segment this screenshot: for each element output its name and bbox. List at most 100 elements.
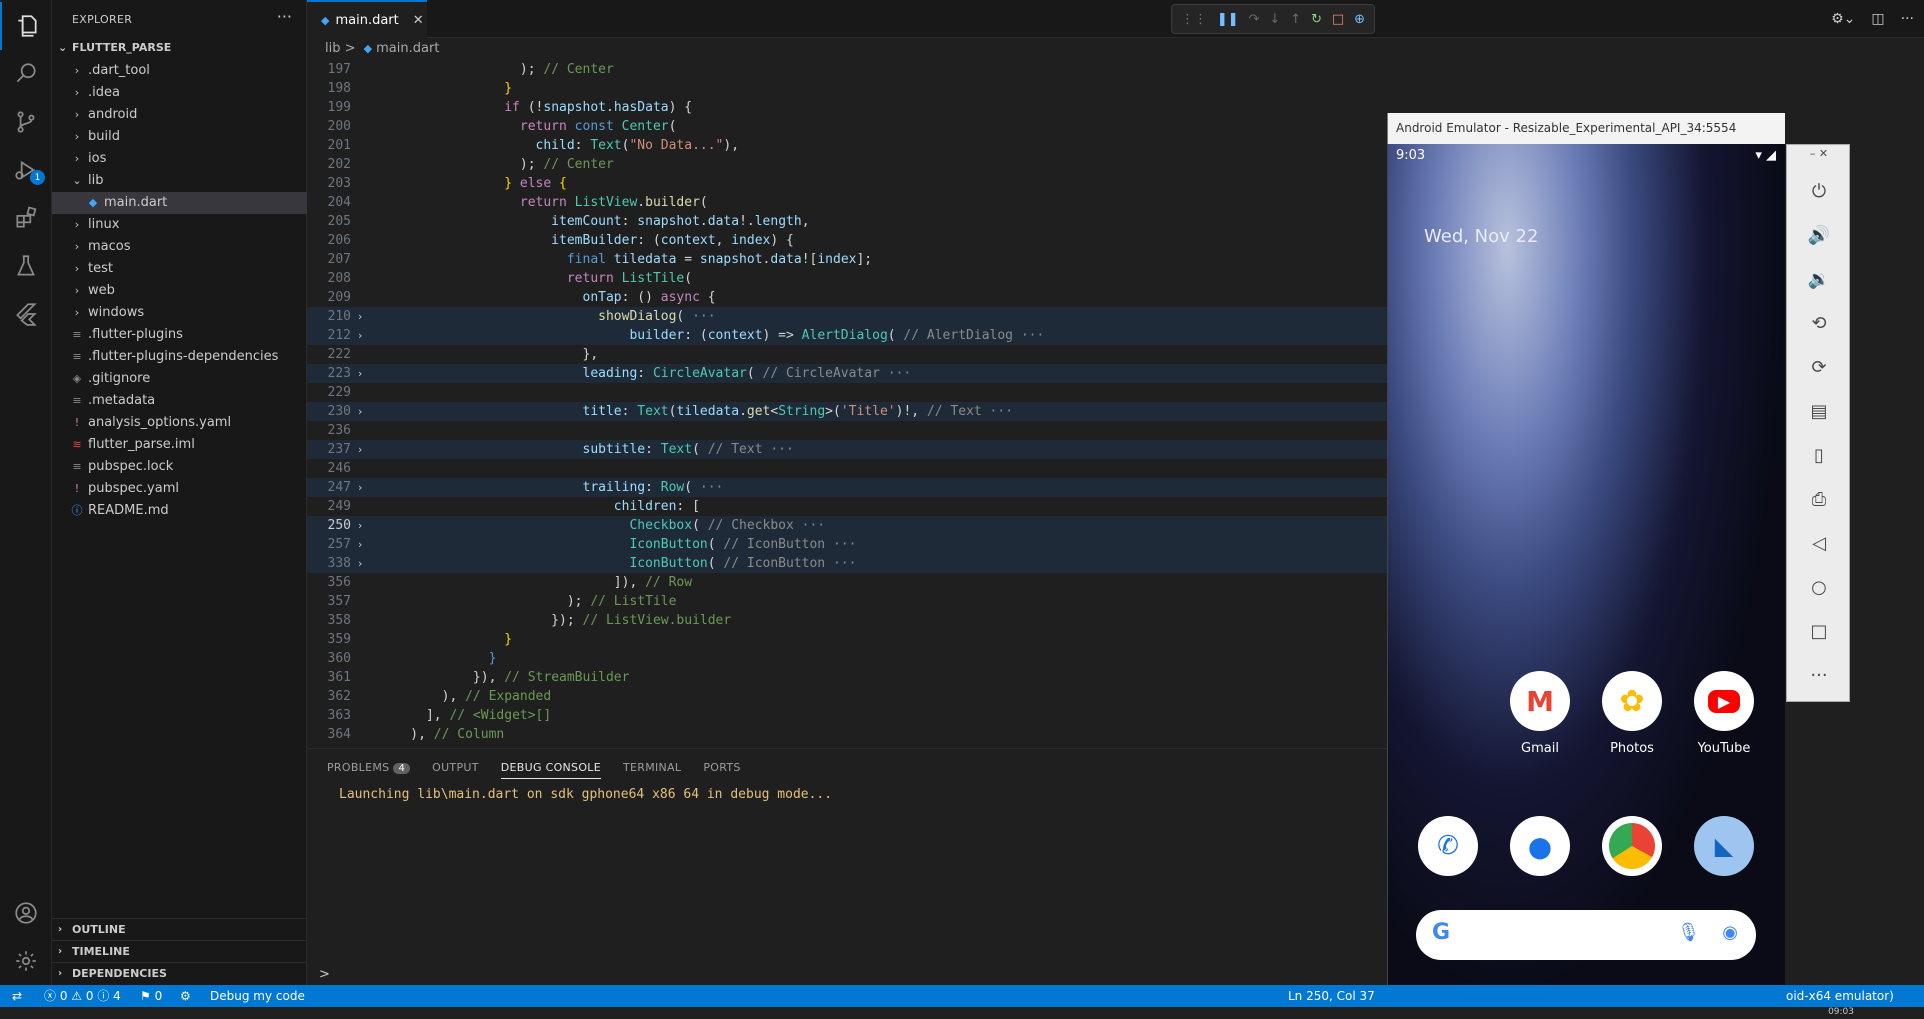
ports-indicator[interactable]: ⚑ 0: [140, 985, 162, 1007]
run-debug-icon[interactable]: 1: [0, 146, 52, 194]
problems-indicator[interactable]: ⓧ 0 ⚠ 0 ⓘ 4: [44, 985, 121, 1007]
tree-item[interactable]: ≡ .metadata: [52, 390, 307, 412]
settings-gear-icon[interactable]: [0, 937, 52, 985]
debug-config-label[interactable]: Debug my code: [210, 985, 305, 1007]
tree-item[interactable]: ! analysis_options.yaml: [52, 412, 307, 434]
pause-icon[interactable]: ❚❚: [1217, 12, 1239, 27]
microphone-icon[interactable]: 🎙: [1677, 922, 1700, 943]
more-actions-icon[interactable]: ···: [277, 7, 292, 26]
tree-item[interactable]: › web: [52, 280, 307, 302]
tree-item[interactable]: ⓘ README.md: [52, 500, 307, 522]
drag-handle-icon[interactable]: ⋮⋮: [1181, 12, 1207, 27]
tree-item[interactable]: › build: [52, 126, 307, 148]
code-editor[interactable]: 197 ); // Center 198 } 199 if (!snapshot…: [307, 60, 1387, 748]
volume-up-icon[interactable]: 🔊: [1787, 225, 1851, 246]
section-outline[interactable]: › OUTLINE: [52, 918, 307, 940]
extensions-icon[interactable]: [0, 194, 52, 242]
photos-icon[interactable]: ✿: [1602, 671, 1662, 731]
step-over-icon[interactable]: ↷: [1249, 12, 1260, 27]
tree-item[interactable]: ◈ .gitignore: [52, 368, 307, 390]
rotate-right-icon[interactable]: ⟳: [1787, 357, 1851, 378]
messages-app-icon[interactable]: ●: [1510, 816, 1570, 876]
tree-item[interactable]: › linux: [52, 214, 307, 236]
inspect-icon[interactable]: ⊕: [1354, 12, 1365, 27]
debug-console-prompt[interactable]: >: [319, 967, 330, 982]
section-dependencies[interactable]: › DEPENDENCIES: [52, 962, 307, 984]
tree-item[interactable]: ≡ .flutter-plugins-dependencies: [52, 346, 307, 368]
fold-chevron-icon[interactable]: ›: [358, 535, 362, 554]
more-actions-icon[interactable]: ···: [1901, 11, 1914, 27]
step-into-icon[interactable]: ↓: [1269, 12, 1280, 27]
fold-chevron-icon[interactable]: ›: [358, 364, 362, 383]
tree-item[interactable]: › android: [52, 104, 307, 126]
more-icon[interactable]: ···: [1787, 665, 1851, 686]
phone-app-icon[interactable]: ✆: [1418, 816, 1478, 876]
testing-icon[interactable]: [0, 242, 52, 290]
volume-down-icon[interactable]: 🔉: [1787, 269, 1851, 290]
tab-output[interactable]: OUTPUT: [432, 761, 479, 779]
cursor-position[interactable]: Ln 250, Col 37: [1288, 985, 1375, 1007]
device-icon[interactable]: ▯: [1787, 445, 1851, 466]
close-tab-icon[interactable]: ✕: [413, 13, 424, 28]
youtube-icon[interactable]: ▶: [1694, 671, 1754, 731]
breadcrumb-folder[interactable]: lib: [325, 41, 340, 56]
tree-item[interactable]: › .idea: [52, 82, 307, 104]
split-editor-icon[interactable]: ◫: [1871, 11, 1884, 27]
flutter-icon[interactable]: [0, 290, 52, 338]
device-selector[interactable]: oid-x64 emulator): [1786, 985, 1894, 1007]
tab-main-dart[interactable]: ◆ main.dart ✕: [307, 0, 427, 38]
tree-item[interactable]: › .dart_tool: [52, 60, 307, 82]
gmail-icon[interactable]: M: [1510, 671, 1570, 731]
lens-icon[interactable]: ◉: [1722, 922, 1738, 943]
emulator-window-controls[interactable]: – ✕: [1787, 147, 1851, 160]
step-out-icon[interactable]: ↑: [1290, 12, 1301, 27]
back-icon[interactable]: ◁: [1787, 533, 1851, 554]
tree-item[interactable]: › windows: [52, 302, 307, 324]
source-control-icon[interactable]: [0, 98, 52, 146]
camera-icon[interactable]: ⎙: [1787, 489, 1851, 510]
google-search-bar[interactable]: G 🎙 ◉: [1416, 910, 1756, 960]
tree-item[interactable]: ! pubspec.yaml: [52, 478, 307, 500]
explorer-icon[interactable]: [0, 2, 52, 50]
fold-chevron-icon[interactable]: ›: [358, 554, 362, 573]
search-icon[interactable]: [0, 50, 52, 98]
tree-item[interactable]: ≡ .flutter-plugins: [52, 324, 307, 346]
fold-icon[interactable]: ▤: [1787, 401, 1851, 422]
tree-item[interactable]: › macos: [52, 236, 307, 258]
section-timeline[interactable]: › TIMELINE: [52, 940, 307, 962]
home-icon[interactable]: ○: [1787, 577, 1851, 598]
restart-icon[interactable]: ↻: [1311, 12, 1322, 27]
tree-item[interactable]: ≋ flutter_parse.iml: [52, 434, 307, 456]
fold-chevron-icon[interactable]: ›: [358, 326, 362, 345]
emulator-window-title[interactable]: Android Emulator - Resizable_Experimenta…: [1387, 113, 1785, 144]
fold-chevron-icon[interactable]: ›: [358, 516, 362, 535]
fold-chevron-icon[interactable]: ›: [358, 440, 362, 459]
tree-item[interactable]: ≡ pubspec.lock: [52, 456, 307, 478]
fold-chevron-icon[interactable]: ›: [358, 402, 362, 421]
tree-item[interactable]: › ios: [52, 148, 307, 170]
fold-chevron-icon[interactable]: ›: [358, 307, 362, 326]
flutter-app-icon[interactable]: ◣: [1694, 816, 1754, 876]
rotate-left-icon[interactable]: ⟲: [1787, 313, 1851, 334]
tab-problems[interactable]: PROBLEMS 4: [327, 761, 411, 779]
breadcrumb-file[interactable]: main.dart: [376, 41, 439, 56]
project-folder[interactable]: ⌄ FLUTTER_PARSE: [52, 38, 307, 58]
tab-debug-console[interactable]: DEBUG CONSOLE: [500, 761, 601, 779]
account-icon[interactable]: [0, 889, 52, 937]
tree-item-label: .gitignore: [88, 371, 151, 386]
overview-icon[interactable]: □: [1787, 621, 1851, 642]
tree-item[interactable]: › test: [52, 258, 307, 280]
remote-icon[interactable]: ⇄: [12, 985, 22, 1007]
tree-item[interactable]: ◆ main.dart: [52, 192, 307, 214]
editor-tabs: ◆ main.dart ✕ ⋮⋮ ❚❚ ↷ ↓ ↑ ↻ □ ⊕ ⚙⌄ ◫ ···: [307, 0, 1924, 38]
power-icon[interactable]: ⏻: [1787, 181, 1851, 202]
fold-chevron-icon[interactable]: ›: [358, 478, 362, 497]
chrome-app-icon[interactable]: [1602, 816, 1662, 876]
tab-ports[interactable]: PORTS: [703, 761, 740, 779]
code-line: Checkbox( // Checkbox ···: [379, 518, 826, 533]
emulator-screen[interactable]: 9:03 ▾ ◢ Wed, Nov 22 M Gmail ✿ Photos ▶ …: [1387, 144, 1785, 1004]
stop-icon[interactable]: □: [1332, 12, 1344, 27]
run-debug-dropdown-icon[interactable]: ⚙⌄: [1831, 11, 1855, 27]
tab-terminal[interactable]: TERMINAL: [623, 761, 681, 779]
tree-item[interactable]: ⌄ lib: [52, 170, 307, 192]
